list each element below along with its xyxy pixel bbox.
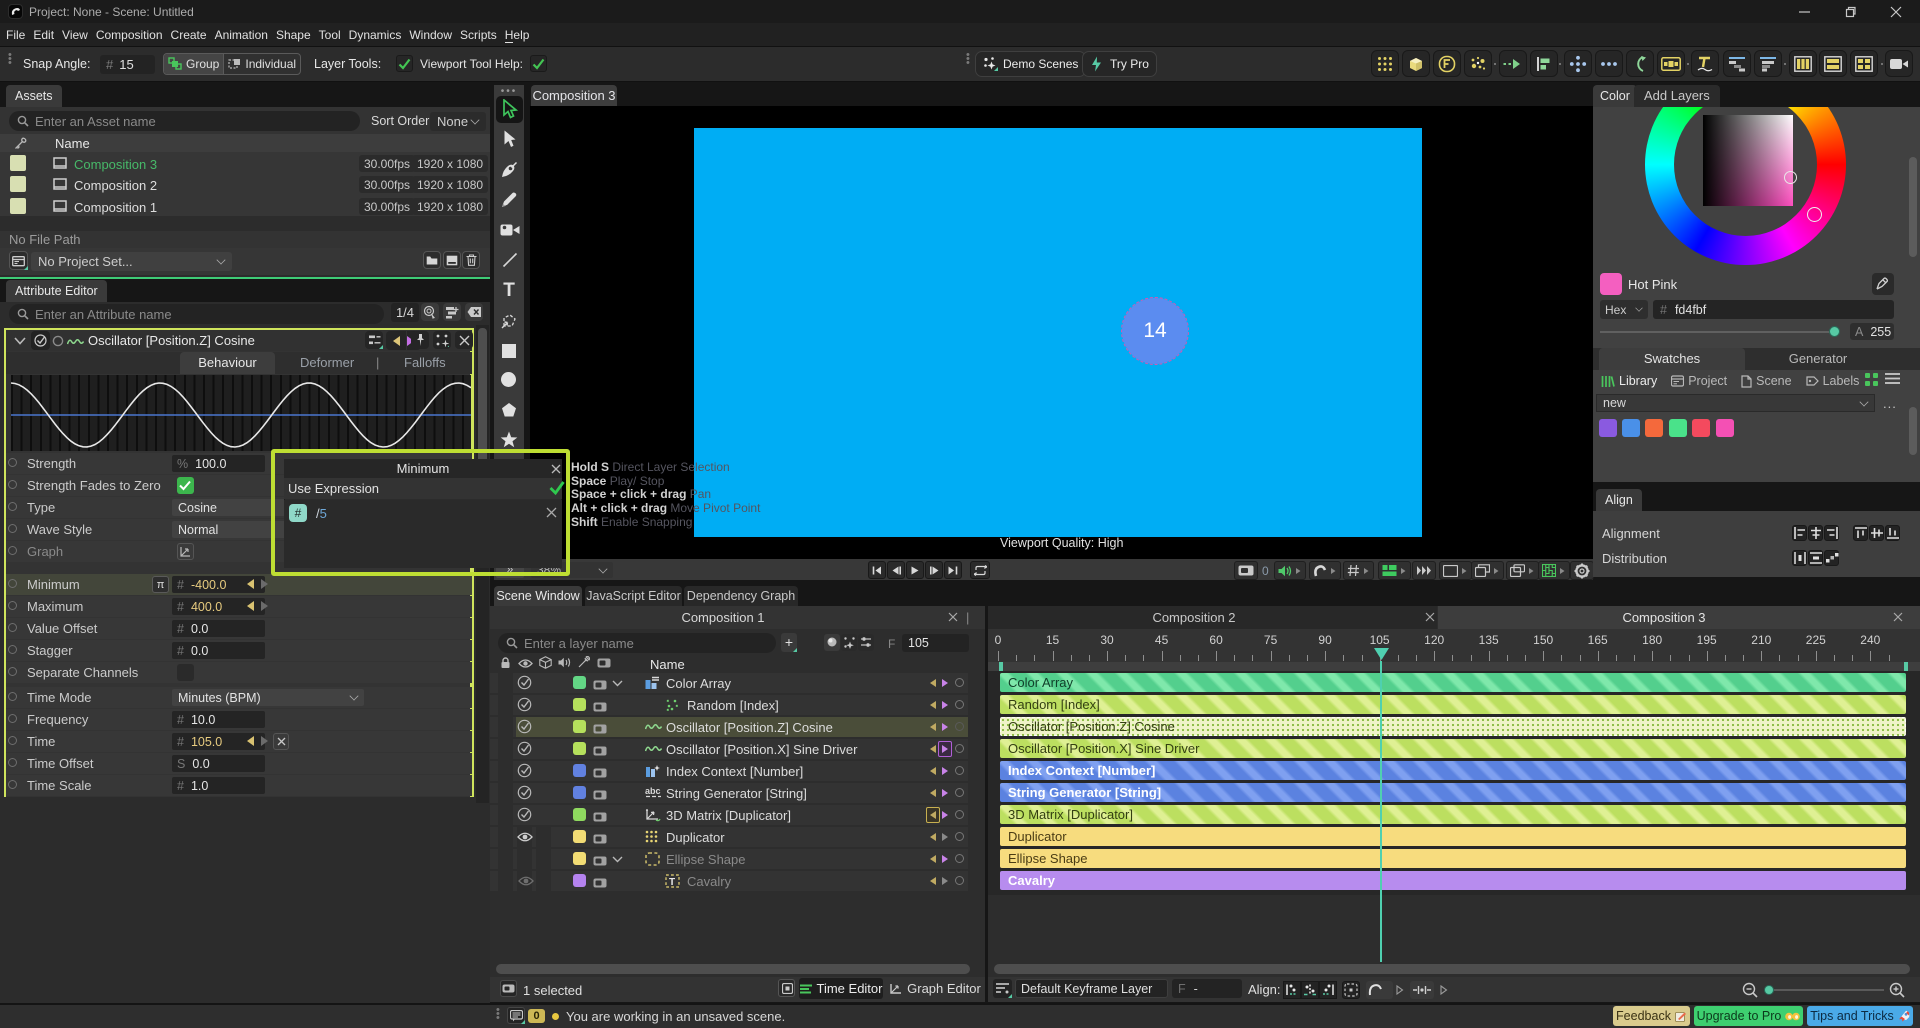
svg-text:T: T [669, 877, 675, 888]
svg-text:abc: abc [645, 786, 661, 796]
